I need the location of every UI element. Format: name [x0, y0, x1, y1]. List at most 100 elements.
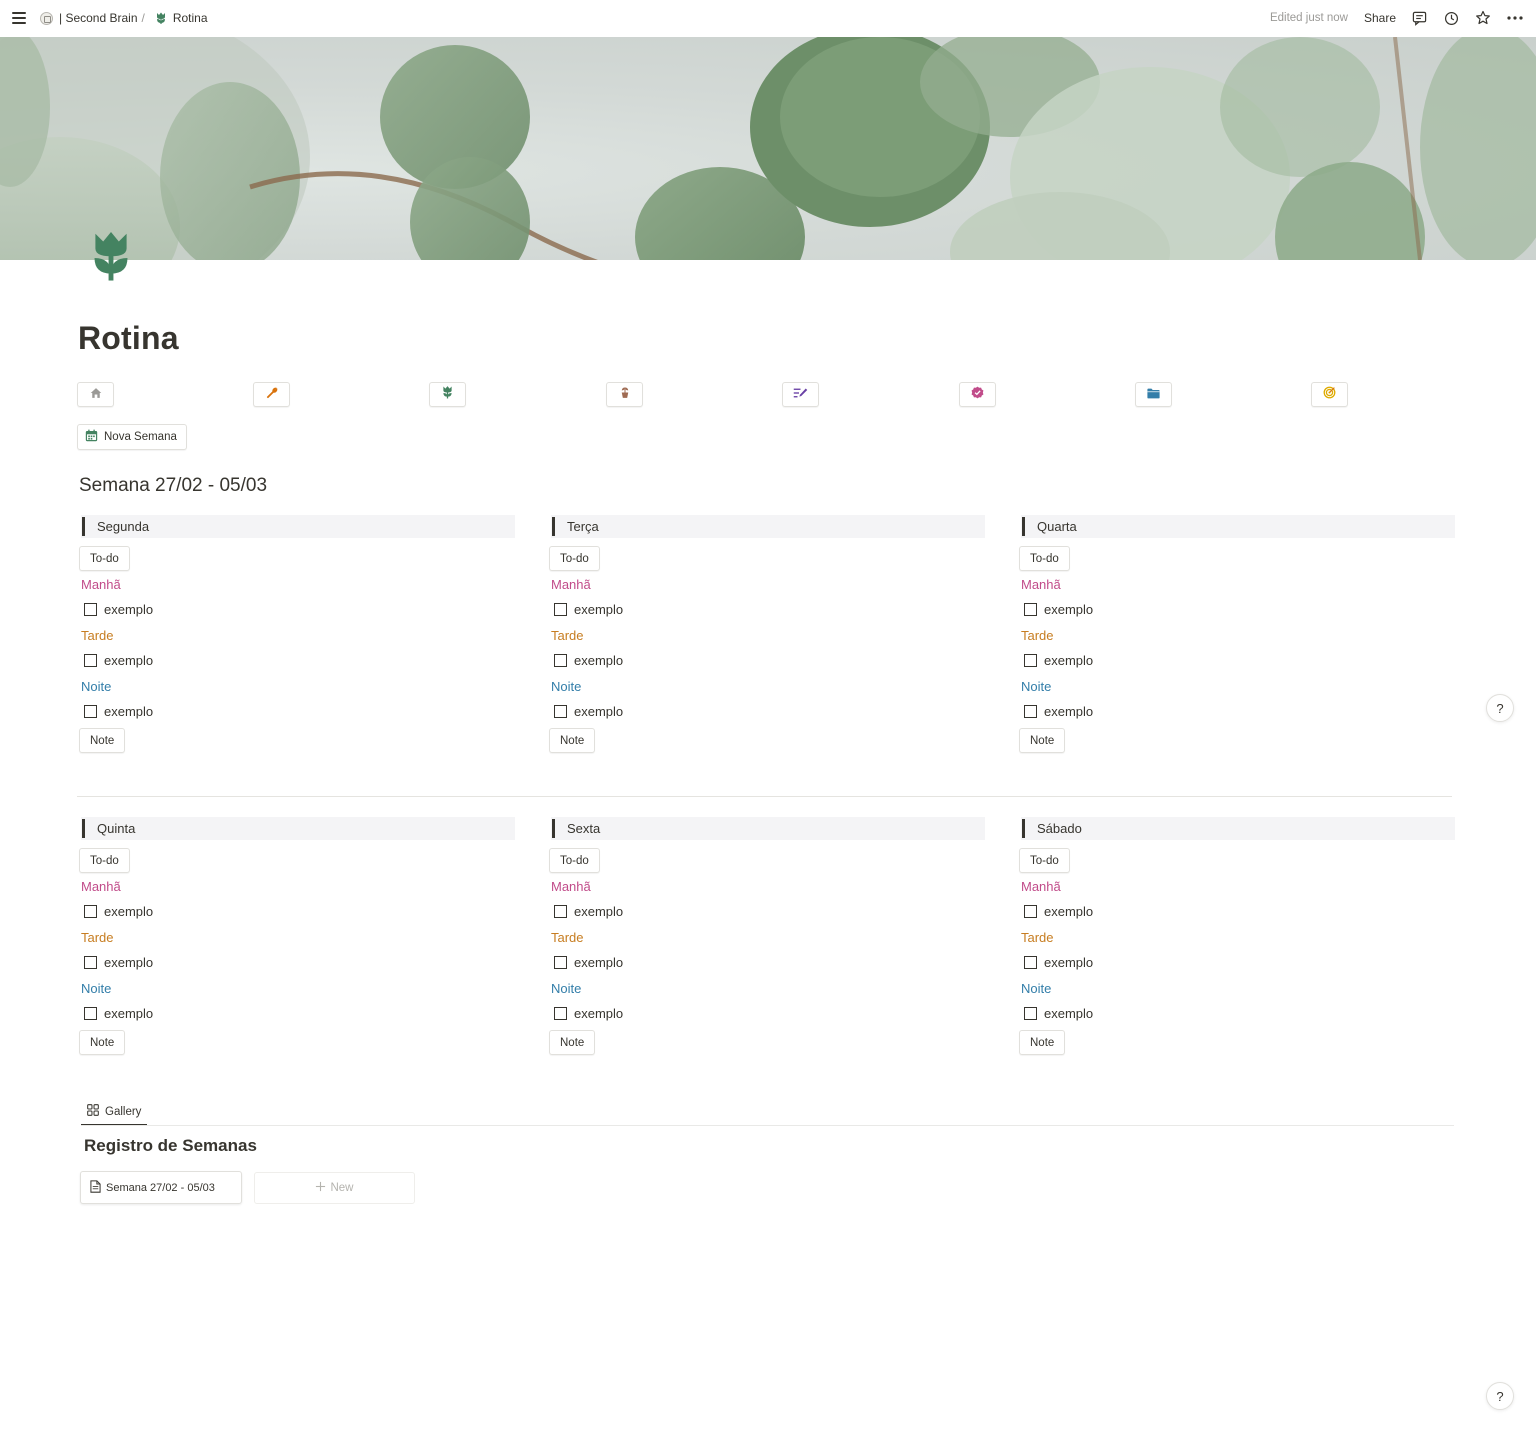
- task-checkbox[interactable]: [1024, 1007, 1037, 1020]
- period-manha: Manhã: [551, 879, 591, 894]
- task-checkbox[interactable]: [84, 654, 97, 667]
- note-button[interactable]: Note: [549, 728, 596, 753]
- task-checkbox[interactable]: [554, 654, 567, 667]
- task-item: exemplo: [554, 1006, 623, 1021]
- routine-link-button[interactable]: [429, 382, 466, 407]
- day-column-terca: Terça To-do Manhã exemplo Tarde exemplo …: [549, 515, 985, 755]
- task-label[interactable]: exemplo: [574, 1006, 623, 1021]
- gallery-card[interactable]: Semana 27/02 - 05/03: [80, 1171, 242, 1204]
- plant-link-button[interactable]: [606, 382, 643, 407]
- help-button[interactable]: ?: [1486, 694, 1514, 722]
- task-item: exemplo: [554, 955, 623, 970]
- period-noite: Noite: [81, 981, 112, 996]
- task-label[interactable]: exemplo: [574, 704, 623, 719]
- note-button[interactable]: Note: [1019, 728, 1066, 753]
- database-title[interactable]: Registro de Semanas: [84, 1136, 257, 1156]
- task-item: exemplo: [84, 955, 153, 970]
- note-button[interactable]: Note: [1019, 1030, 1066, 1055]
- breadcrumb-parent[interactable]: | Second Brain: [59, 11, 138, 25]
- favorite-star-icon[interactable]: [1474, 9, 1492, 27]
- task-item: exemplo: [1024, 653, 1093, 668]
- task-label[interactable]: exemplo: [104, 955, 153, 970]
- help-button[interactable]: ?: [1486, 1382, 1514, 1410]
- edited-status: Edited just now: [1269, 12, 1348, 24]
- task-checkbox[interactable]: [1024, 705, 1037, 718]
- day-header[interactable]: Quarta: [1021, 515, 1455, 538]
- task-checkbox[interactable]: [1024, 905, 1037, 918]
- task-label[interactable]: exemplo: [104, 1006, 153, 1021]
- day-header[interactable]: Quinta: [81, 817, 515, 840]
- goals-link-button[interactable]: [1311, 382, 1348, 407]
- task-label[interactable]: exemplo: [1044, 955, 1093, 970]
- task-checkbox[interactable]: [1024, 956, 1037, 969]
- day-header[interactable]: Segunda: [81, 515, 515, 538]
- day-header[interactable]: Sábado: [1021, 817, 1455, 840]
- tools-link-button[interactable]: [253, 382, 290, 407]
- note-button[interactable]: Note: [79, 1030, 126, 1055]
- task-label[interactable]: exemplo: [574, 955, 623, 970]
- todo-button[interactable]: To-do: [79, 848, 130, 873]
- notes-link-button[interactable]: [782, 382, 819, 407]
- task-label[interactable]: exemplo: [104, 653, 153, 668]
- note-button[interactable]: Note: [79, 728, 126, 753]
- task-checkbox[interactable]: [1024, 603, 1037, 616]
- breadcrumb-current[interactable]: Rotina: [173, 11, 208, 25]
- tulip-icon: [442, 385, 453, 404]
- period-manha: Manhã: [551, 577, 591, 592]
- task-checkbox[interactable]: [84, 705, 97, 718]
- task-checkbox[interactable]: [84, 905, 97, 918]
- share-button[interactable]: Share: [1364, 11, 1396, 25]
- task-item: exemplo: [84, 653, 153, 668]
- task-checkbox[interactable]: [554, 1007, 567, 1020]
- task-checkbox[interactable]: [554, 956, 567, 969]
- task-label[interactable]: exemplo: [1044, 1006, 1093, 1021]
- week-heading[interactable]: Semana 27/02 - 05/03: [79, 475, 267, 497]
- page-title[interactable]: Rotina: [78, 320, 179, 357]
- task-label[interactable]: exemplo: [1044, 653, 1093, 668]
- task-label[interactable]: exemplo: [1044, 704, 1093, 719]
- day-header[interactable]: Sexta: [551, 817, 985, 840]
- period-manha: Manhã: [81, 879, 121, 894]
- task-label[interactable]: exemplo: [1044, 904, 1093, 919]
- task-checkbox[interactable]: [554, 905, 567, 918]
- task-item: exemplo: [1024, 1006, 1093, 1021]
- todo-button[interactable]: To-do: [1019, 546, 1070, 571]
- tulip-icon[interactable]: [90, 232, 132, 284]
- task-label[interactable]: exemplo: [104, 704, 153, 719]
- history-clock-icon[interactable]: [1442, 9, 1460, 27]
- tab-gallery[interactable]: Gallery: [81, 1099, 148, 1126]
- gallery-grid-icon: [87, 1104, 99, 1119]
- todo-button[interactable]: To-do: [1019, 848, 1070, 873]
- quick-links: [0, 382, 1536, 408]
- task-label[interactable]: exemplo: [574, 653, 623, 668]
- tulip-icon: [155, 12, 167, 25]
- task-checkbox[interactable]: [84, 1007, 97, 1020]
- task-label[interactable]: exemplo: [104, 904, 153, 919]
- comment-icon[interactable]: [1410, 9, 1428, 27]
- files-link-button[interactable]: [1135, 382, 1172, 407]
- note-button[interactable]: Note: [549, 1030, 596, 1055]
- todo-button[interactable]: To-do: [79, 546, 130, 571]
- task-checkbox[interactable]: [1024, 654, 1037, 667]
- task-item: exemplo: [1024, 904, 1093, 919]
- todo-button[interactable]: To-do: [549, 546, 600, 571]
- task-label[interactable]: exemplo: [1044, 602, 1093, 617]
- sidebar-menu-icon[interactable]: [12, 12, 26, 24]
- task-label[interactable]: exemplo: [104, 602, 153, 617]
- home-link-button[interactable]: [77, 382, 114, 407]
- period-tarde: Tarde: [551, 628, 584, 643]
- page-document-icon: [90, 1179, 101, 1196]
- task-label[interactable]: exemplo: [574, 904, 623, 919]
- more-options-icon[interactable]: [1506, 9, 1524, 27]
- task-checkbox[interactable]: [84, 956, 97, 969]
- tasks-link-button[interactable]: [959, 382, 996, 407]
- task-checkbox[interactable]: [554, 603, 567, 616]
- new-gallery-item-button[interactable]: New: [254, 1172, 415, 1204]
- todo-button[interactable]: To-do: [549, 848, 600, 873]
- day-header[interactable]: Terça: [551, 515, 985, 538]
- task-label[interactable]: exemplo: [574, 602, 623, 617]
- nova-semana-label: Nova Semana: [104, 431, 177, 443]
- task-checkbox[interactable]: [84, 603, 97, 616]
- nova-semana-button[interactable]: Nova Semana: [77, 424, 187, 450]
- task-checkbox[interactable]: [554, 705, 567, 718]
